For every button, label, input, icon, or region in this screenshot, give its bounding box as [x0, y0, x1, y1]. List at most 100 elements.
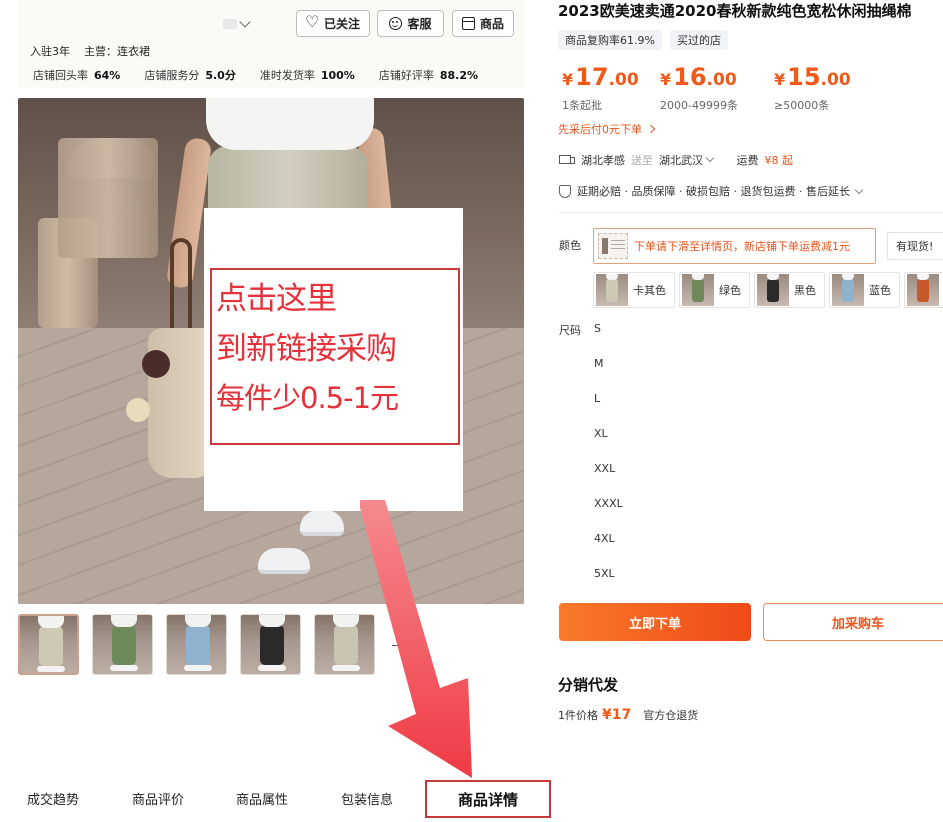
size-option[interactable]: M	[594, 357, 604, 370]
image-shirt	[206, 98, 374, 150]
size-option[interactable]: XXL	[594, 462, 615, 475]
swatch-label: 绿色	[719, 284, 741, 297]
chevron-down-icon	[854, 185, 864, 194]
thumbnail-3[interactable]	[166, 614, 227, 675]
distribution-price: ¥17	[602, 707, 632, 723]
products-label: 商品	[479, 17, 504, 31]
chevron-down-icon	[705, 153, 714, 163]
shop-years: 入驻3年	[30, 45, 70, 58]
tip-thumbnail	[598, 233, 628, 259]
tab-trade-trend[interactable]: 成交趋势	[27, 789, 79, 808]
swatch-image	[907, 274, 939, 306]
service-label: 客服	[407, 17, 432, 31]
distribution-price-label: 1件价格	[558, 709, 598, 722]
distribution-row: 1件价格 ¥17 官方仓退货	[558, 707, 698, 723]
shipping-row: 湖北孝感 送至 湖北武汉 运费 ¥8 起	[559, 152, 793, 168]
color-swatch-4[interactable]: 蓝色	[829, 272, 900, 308]
distribution-note: 官方仓退货	[643, 709, 699, 722]
stat-return-rate: 店铺回头率 64%	[33, 69, 121, 82]
image-shoe-right	[300, 510, 344, 536]
color-swatch-1[interactable]: 卡其色	[593, 272, 675, 308]
shop-products-button[interactable]: 商品	[452, 10, 514, 37]
swatch-image	[757, 274, 789, 306]
thumbnail-shirt	[185, 615, 211, 627]
buy-now-button[interactable]: 立即下单	[559, 603, 751, 641]
promo-box: 点击这里 到新链接采购 每件少0.5-1元	[210, 268, 460, 445]
customer-service-button[interactable]: 客服	[377, 10, 444, 37]
ship-from: 湖北孝感	[581, 154, 625, 167]
thumbnail-shirt	[259, 615, 285, 627]
tab-reviews[interactable]: 商品评价	[132, 789, 184, 808]
shop-main-business: 主营：连衣裙	[84, 45, 150, 58]
image-shoe-left	[258, 548, 310, 574]
tab-product-details[interactable]: 商品详情	[425, 780, 551, 818]
promo-overlay[interactable]: 点击这里 到新链接采购 每件少0.5-1元	[204, 208, 463, 511]
thumbnail-shoes	[184, 665, 212, 671]
image-pompom-light	[126, 398, 150, 422]
swatch-label: 卡其色	[633, 284, 666, 297]
chevron-right-icon	[646, 124, 656, 134]
size-option[interactable]: 4XL	[594, 532, 615, 545]
thumbnail-4[interactable]	[240, 614, 301, 675]
in-stock-chip[interactable]: 有现货!	[887, 232, 943, 260]
swatch-image	[682, 274, 714, 306]
shop-name-dropdown[interactable]	[223, 14, 253, 34]
thumbnail-shoes	[258, 665, 286, 671]
tag-repurchase-rate: 商品复购率61.9%	[558, 30, 662, 50]
thumbnail-shoes	[37, 666, 65, 672]
shop-name-placeholder	[223, 19, 237, 29]
size-option[interactable]: S	[594, 322, 601, 335]
promo-line-1: 点击这里	[216, 281, 337, 317]
price-tier-2-qty: 2000-49999条	[660, 99, 738, 112]
service-guarantees[interactable]: 延期必赔 · 品质保障 · 破损包赔 · 退货包运费 · 售后延长	[559, 183, 864, 199]
color-label: 颜色	[559, 239, 581, 252]
ship-fee-label: 运费	[736, 154, 759, 167]
heart-icon	[305, 12, 319, 31]
thumbnail-pants	[260, 625, 284, 665]
thumbnail-2[interactable]	[92, 614, 153, 675]
price-tier-3-qty: ≥50000条	[774, 99, 830, 112]
thumbnail-pants	[39, 626, 63, 666]
size-option[interactable]: XXXL	[594, 497, 623, 510]
price-tier-1-qty: 1条起批	[562, 99, 602, 112]
ship-fee: ¥8 起	[764, 154, 794, 167]
size-option[interactable]: 5XL	[594, 567, 615, 580]
swatch-label: 蓝色	[869, 284, 891, 297]
color-swatches: 卡其色 绿色 黑色 蓝色	[593, 272, 943, 308]
color-tip-text: 下单请下滑至详情页，新店铺下单运费减1元	[634, 240, 850, 253]
ship-to-dropdown[interactable]: 湖北武汉	[659, 152, 714, 168]
thumbnail-shirt	[111, 615, 137, 627]
color-option-tip[interactable]: 下单请下滑至详情页，新店铺下单运费减1元	[593, 228, 876, 264]
store-icon	[461, 17, 475, 30]
tab-packaging[interactable]: 包装信息	[341, 789, 393, 808]
thumbnail-shirt	[38, 616, 64, 628]
color-swatch-3[interactable]: 黑色	[754, 272, 825, 308]
size-option[interactable]: XL	[594, 427, 608, 440]
prepay-link[interactable]: 先采后付0元下单	[558, 121, 656, 137]
thumbnail-1[interactable]	[18, 614, 79, 675]
thumbnail-pants	[112, 625, 136, 665]
size-label: 尺码	[559, 324, 581, 337]
follow-label: 已关注	[323, 17, 360, 31]
stat-on-time-rate: 准时发货率 100%	[259, 69, 355, 82]
ship-send-to: 送至	[631, 154, 653, 167]
service-guarantees-text: 延期必赔 · 品质保障 · 破损包赔 · 退货包运费 · 售后延长	[577, 185, 850, 198]
promo-line-2: 到新链接采购	[216, 331, 397, 367]
thumbnail-pants	[186, 625, 210, 665]
color-swatch-2[interactable]: 绿色	[679, 272, 750, 308]
price-tiers: ¥17.00 1条起批 ¥16.00 2000-49999条 ¥15.00 ≥5…	[562, 63, 942, 113]
product-tags: 商品复购率61.9% 买过的店	[558, 30, 728, 50]
price-tier-3: ¥15.00 ≥50000条	[774, 63, 851, 112]
stat-positive-rate: 店铺好评率 88.2%	[378, 69, 478, 82]
thumbnail-shoes	[110, 665, 138, 671]
customer-service-icon	[389, 17, 403, 30]
divider	[558, 212, 943, 213]
tab-attributes[interactable]: 商品属性	[236, 789, 288, 808]
follow-button[interactable]: 已关注	[296, 10, 370, 37]
add-to-cart-button[interactable]: 加采购车	[763, 603, 943, 641]
prepay-label: 先采后付0元下单	[558, 123, 642, 136]
size-option[interactable]: L	[594, 392, 600, 405]
swatch-image	[832, 274, 864, 306]
distribution-title: 分销代发	[558, 676, 619, 694]
color-swatch-5[interactable]	[904, 272, 943, 308]
